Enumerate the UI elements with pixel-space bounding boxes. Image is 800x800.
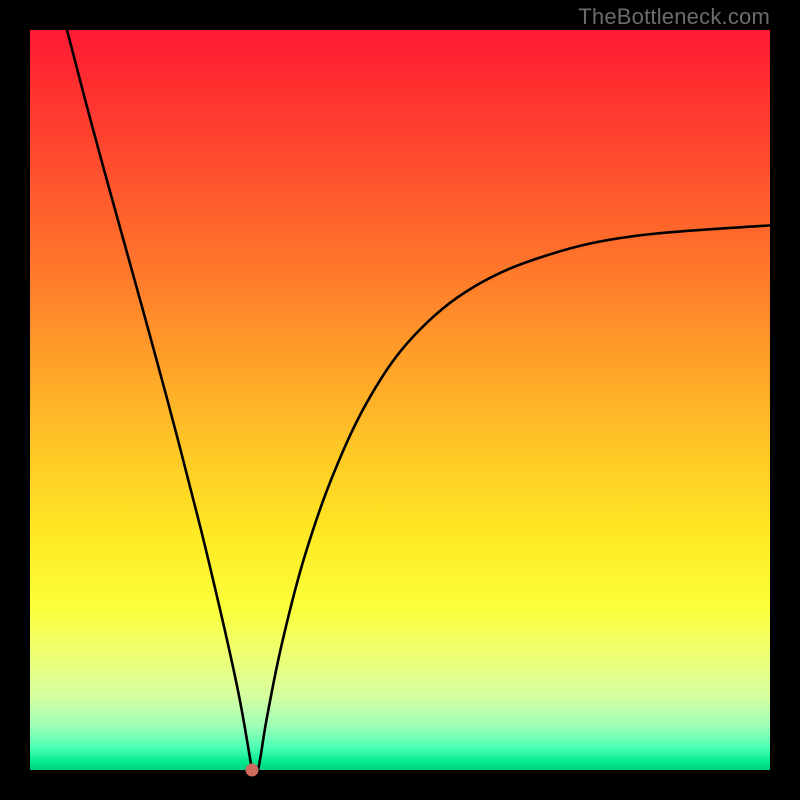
bottleneck-curve (30, 30, 770, 770)
plot-area (30, 30, 770, 770)
chart-frame: TheBottleneck.com (0, 0, 800, 800)
cusp-dot-icon (246, 764, 259, 777)
watermark-text: TheBottleneck.com (578, 4, 770, 30)
curve-path (67, 30, 770, 770)
